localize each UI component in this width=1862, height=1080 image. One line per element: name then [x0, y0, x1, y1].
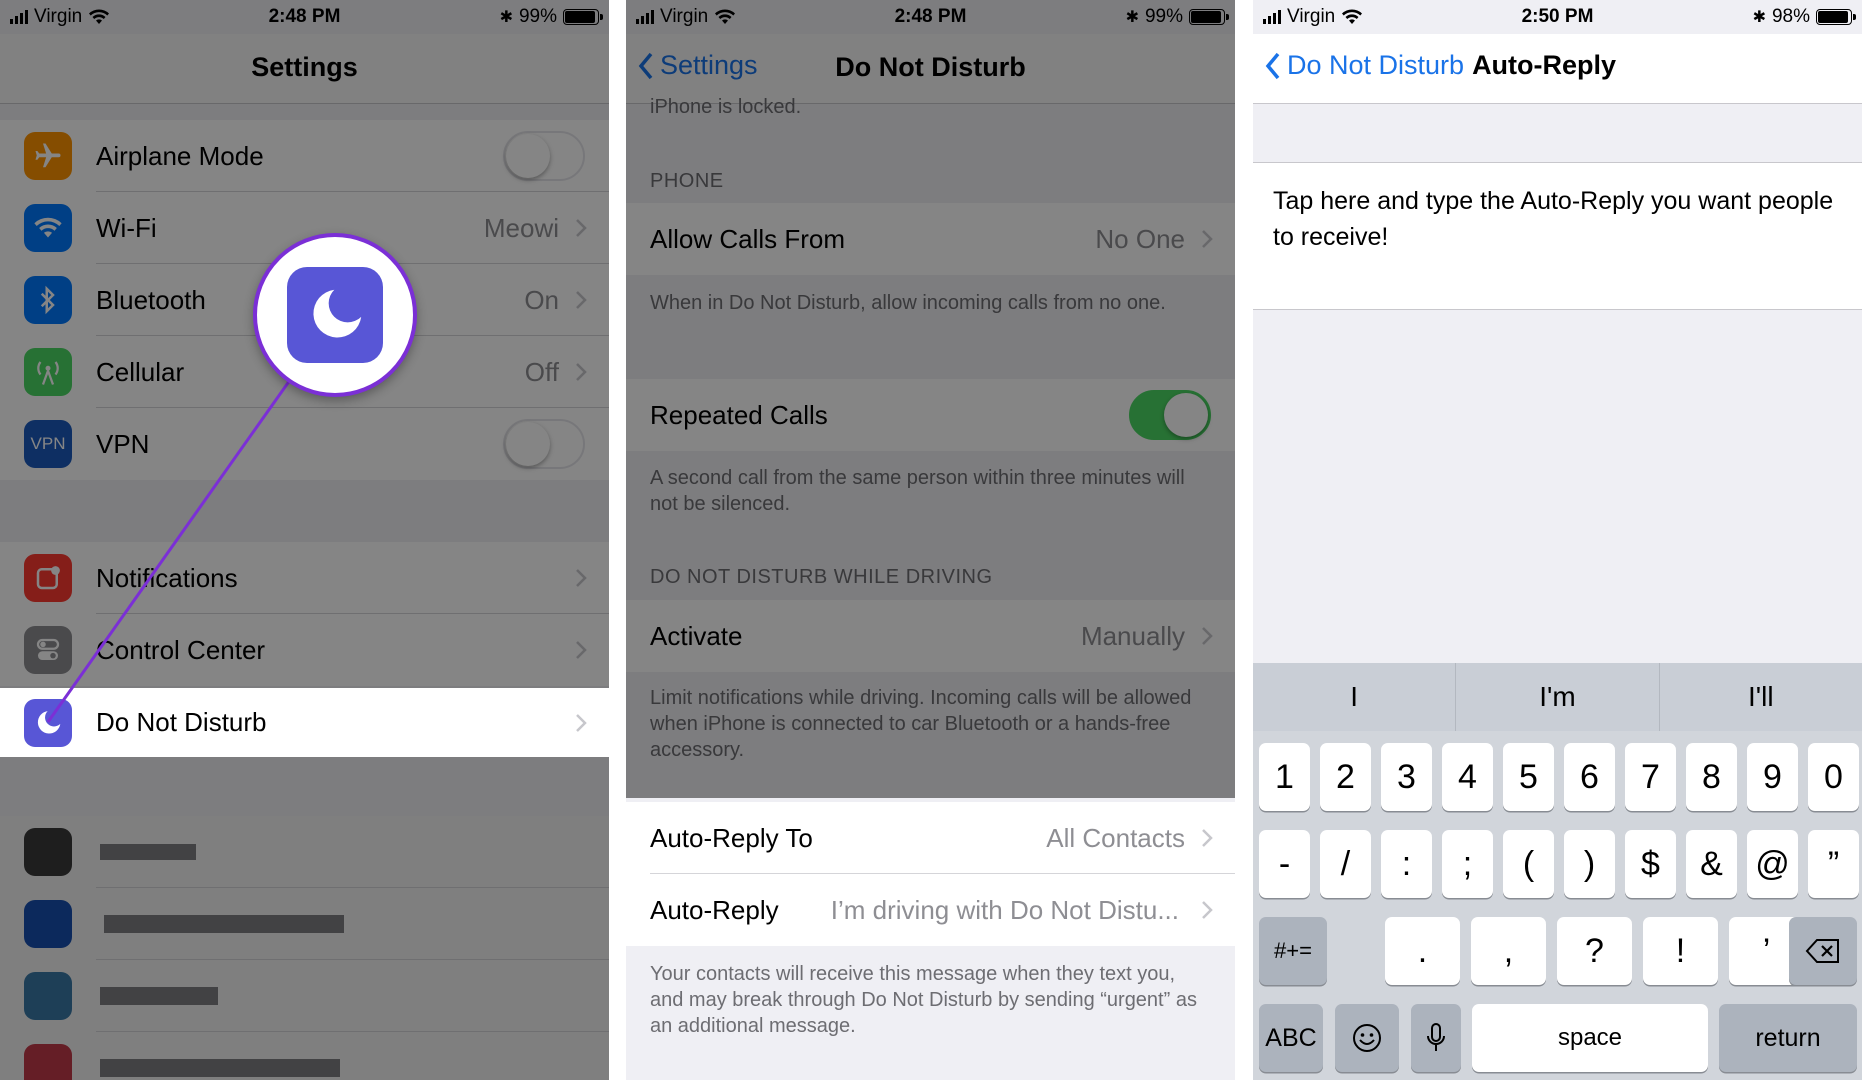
chevron-right-icon	[1202, 627, 1213, 645]
key-symbol[interactable]: @	[1747, 830, 1798, 898]
section-footer: iPhone is locked.	[650, 96, 802, 118]
battery-icon	[1189, 9, 1229, 25]
suggestion[interactable]: I	[1253, 663, 1457, 731]
chevron-left-icon	[1265, 52, 1280, 79]
bluetooth-status-icon: ✱	[1752, 9, 1766, 26]
section-header-driving: DO NOT DISTURB WHILE DRIVING	[650, 566, 993, 588]
return-key[interactable]: return	[1719, 1004, 1857, 1072]
battery-icon	[1816, 9, 1856, 25]
key-more-symbols[interactable]: #+=	[1259, 917, 1327, 985]
emoji-key[interactable]	[1335, 1004, 1399, 1072]
back-button[interactable]: Do Not Disturb Auto-Reply	[1265, 50, 1616, 81]
chevron-right-icon	[1202, 901, 1213, 919]
key-punctuation[interactable]: .	[1385, 917, 1460, 985]
key-digit[interactable]: 0	[1808, 743, 1859, 811]
microphone-icon	[1427, 1023, 1445, 1051]
key-symbol[interactable]: ”	[1808, 830, 1859, 898]
key-digit[interactable]: 4	[1442, 743, 1493, 811]
key-digit[interactable]: 7	[1625, 743, 1676, 811]
key-symbol[interactable]: &	[1686, 830, 1737, 898]
key-punctuation[interactable]: !	[1643, 917, 1718, 985]
emoji-icon	[1353, 1024, 1381, 1052]
repeated-calls-row: Repeated Calls	[626, 379, 1235, 451]
key-digit[interactable]: 3	[1381, 743, 1432, 811]
moon-icon	[287, 267, 383, 363]
dictation-key[interactable]	[1411, 1004, 1461, 1072]
key-symbol[interactable]: /	[1320, 830, 1371, 898]
key-digit[interactable]: 5	[1503, 743, 1554, 811]
key-digit[interactable]: 2	[1320, 743, 1371, 811]
auto-reply-to-row[interactable]: Auto-Reply To All Contacts	[626, 802, 1235, 874]
auto-reply-row[interactable]: Auto-Reply I’m driving with Do Not Distu…	[626, 874, 1235, 946]
key-abc[interactable]: ABC	[1259, 1004, 1323, 1072]
status-bar: Virgin 2:48 PM ✱ 99%	[626, 0, 1235, 34]
callout-magnifier	[253, 233, 417, 397]
row-label: Repeated Calls	[650, 399, 828, 430]
predictive-bar: I I'm I'll	[1253, 663, 1862, 731]
key-punctuation[interactable]: ,	[1471, 917, 1546, 985]
status-bar: Virgin 2:50 PM ✱ 98%	[1253, 0, 1862, 34]
backspace-icon	[1805, 939, 1839, 963]
row-label: Activate	[650, 620, 743, 651]
section-footer: A second call from the same person withi…	[650, 467, 1185, 515]
navigation-bar: Do Not Disturb Auto-Reply	[1253, 34, 1862, 104]
allow-calls-from-row[interactable]: Allow Calls From No One	[626, 203, 1235, 275]
auto-reply-text-field[interactable]: Tap here and type the Auto-Reply you wan…	[1253, 162, 1862, 310]
section-header-phone: PHONE	[650, 170, 724, 192]
key-symbol[interactable]: :	[1381, 830, 1432, 898]
battery-percent: 98%	[1771, 6, 1810, 27]
key-digit[interactable]: 9	[1747, 743, 1798, 811]
row-label: Allow Calls From	[650, 223, 846, 254]
suggestion[interactable]: I'm	[1456, 663, 1660, 731]
page-title: Auto-Reply	[1472, 50, 1617, 80]
callout-pointer-line	[46, 379, 292, 723]
repeated-calls-toggle[interactable]	[1129, 390, 1211, 440]
chevron-right-icon	[1202, 829, 1213, 847]
key-symbol[interactable]: ;	[1442, 830, 1493, 898]
row-label: Auto-Reply	[650, 894, 779, 925]
back-label: Do Not Disturb	[1287, 50, 1465, 80]
key-digit[interactable]: 1	[1259, 743, 1310, 811]
do-not-disturb-panel: Virgin 2:48 PM ✱ 99% Settings Do Not Dist…	[626, 0, 1235, 1080]
row-value: All Contacts	[1046, 822, 1185, 853]
space-key[interactable]: space	[1472, 1004, 1708, 1072]
key-symbol[interactable]: )	[1564, 830, 1615, 898]
key-symbol[interactable]: -	[1259, 830, 1310, 898]
activate-row[interactable]: Activate Manually	[626, 600, 1235, 672]
key-symbol[interactable]: (	[1503, 830, 1554, 898]
key-symbol[interactable]: $	[1625, 830, 1676, 898]
section-footer: Limit notifications while driving. Incom…	[650, 687, 1192, 761]
key-punctuation[interactable]: ?	[1557, 917, 1632, 985]
page-title: Do Not Disturb	[835, 52, 1026, 82]
section-footer: When in Do Not Disturb, allow incoming c…	[650, 292, 1166, 314]
auto-reply-panel: Virgin 2:50 PM ✱ 98% Do Not Disturb Auto-R…	[1253, 0, 1862, 1080]
row-value: Manually	[1080, 620, 1185, 651]
battery-percent: 99%	[1144, 6, 1183, 27]
key-digit[interactable]: 8	[1686, 743, 1737, 811]
key-digit[interactable]: 6	[1564, 743, 1615, 811]
backspace-key[interactable]	[1789, 917, 1857, 985]
settings-panel: Virgin 2:48 PM ✱ 99% Settings Airplane Mo…	[0, 0, 609, 1080]
chevron-right-icon	[1202, 230, 1213, 248]
row-value: No One	[1095, 223, 1185, 254]
row-value: I’m driving with Do Not Distu...	[830, 894, 1179, 925]
keyboard: I I'm I'll 1 2 3 4 5 6 7 8 9 0- /:;() $ & @” #+=.,?!’ A…	[1253, 663, 1862, 1080]
bluetooth-status-icon: ✱	[1125, 9, 1139, 26]
section-footer: Your contacts will receive this message …	[650, 963, 1197, 1037]
row-label: Auto-Reply To	[650, 822, 813, 853]
suggestion[interactable]: I'll	[1660, 663, 1862, 731]
